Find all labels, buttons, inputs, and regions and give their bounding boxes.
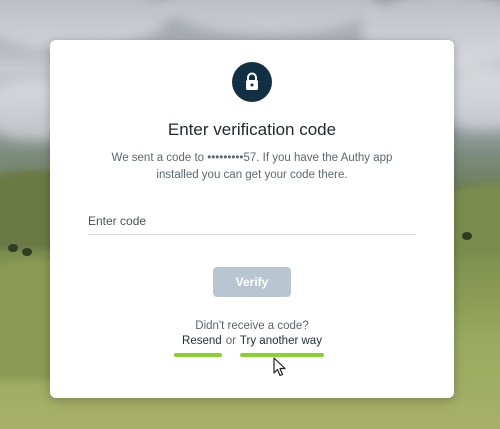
dialog-title: Enter verification code [167, 120, 337, 139]
tree [462, 232, 472, 240]
no-code-prompt: Didn't receive a code? [195, 320, 309, 332]
resend-highlight-underline [174, 353, 222, 357]
lock-icon-badge [232, 62, 272, 102]
background-landscape: Enter verification code We sent a code t… [0, 0, 500, 429]
try-another-way-link[interactable]: Try another way [240, 335, 322, 347]
cloud [160, 0, 380, 35]
verification-code-input[interactable] [88, 208, 416, 235]
tree [22, 248, 32, 256]
lock-icon [246, 72, 258, 90]
dialog-description: We sent a code to •••••••••57. If you ha… [111, 152, 393, 181]
mouse-cursor-icon [273, 357, 286, 377]
resend-link[interactable]: Resend [182, 335, 222, 347]
or-separator: or [225, 335, 236, 347]
verification-dialog: Enter verification code We sent a code t… [50, 40, 454, 398]
verify-button[interactable]: Verify [213, 267, 291, 297]
resend-options: Resend or Try another way [50, 335, 454, 347]
tree [8, 244, 18, 252]
